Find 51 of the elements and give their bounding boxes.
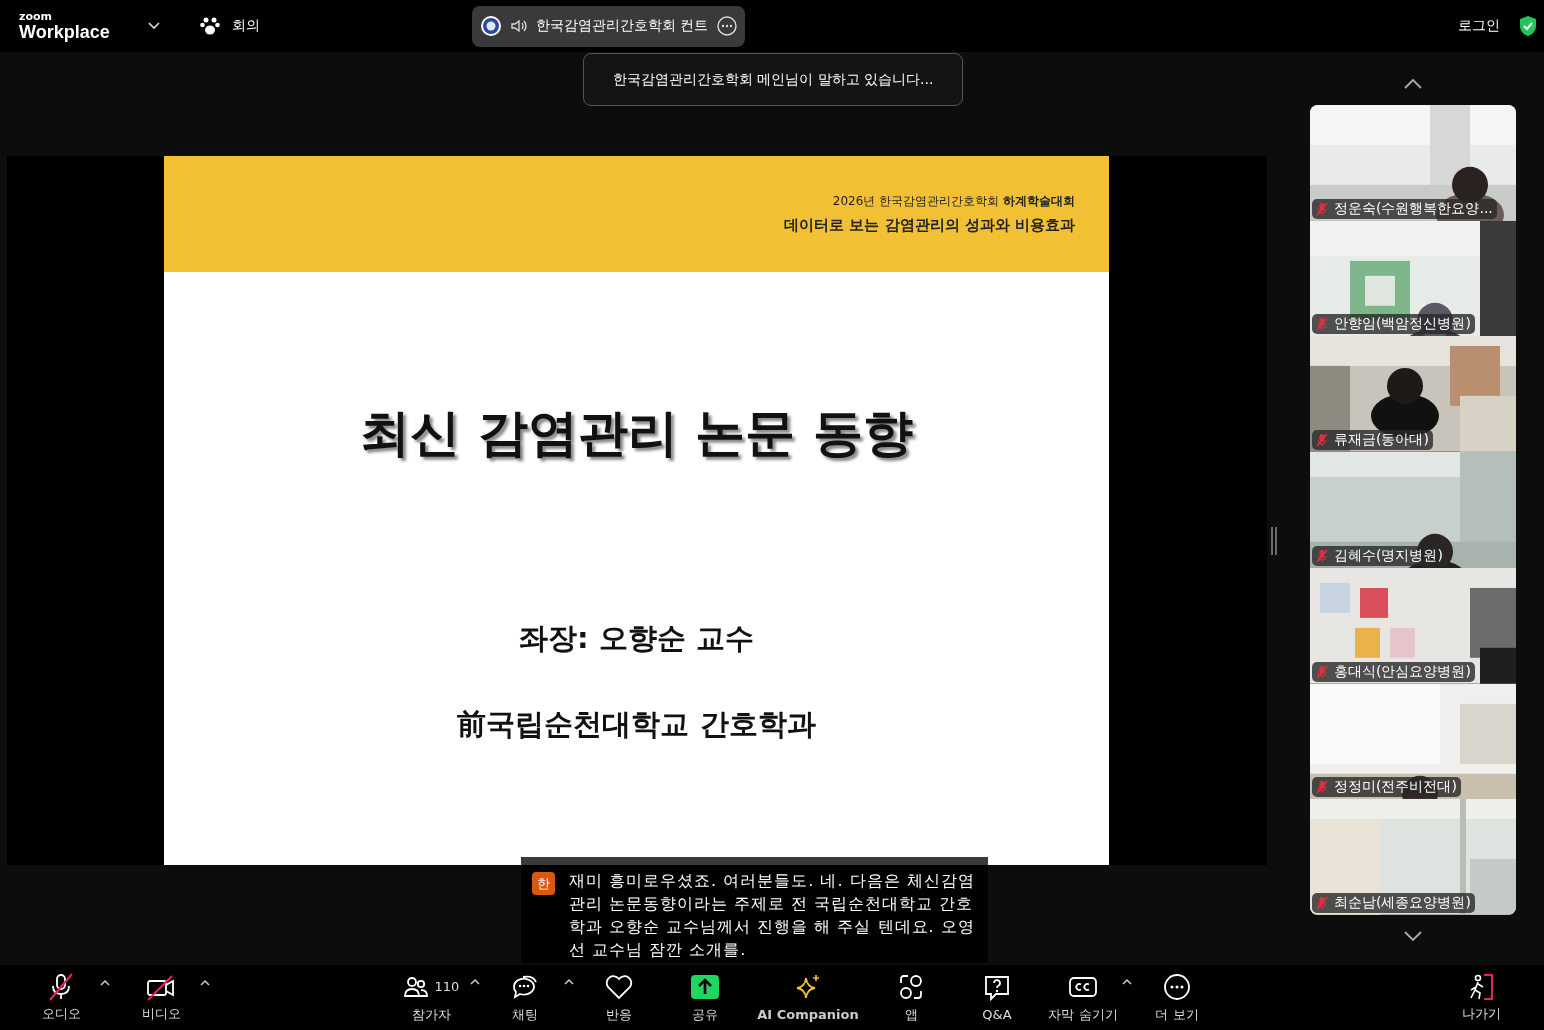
more-button[interactable]: 더 보기 bbox=[1134, 971, 1220, 1024]
apps-button[interactable]: 앱 bbox=[868, 971, 954, 1024]
participant-name: 최순남(세종요양병원) bbox=[1334, 894, 1471, 913]
more-icon[interactable] bbox=[717, 16, 738, 36]
caret-icon[interactable] bbox=[200, 978, 210, 986]
participant-name: 정운숙(수원행복한요양... bbox=[1334, 199, 1493, 218]
audio-button[interactable]: 오디오 bbox=[18, 972, 104, 1023]
affiliation-text: 前국립순천대학교 간호학과 bbox=[457, 706, 816, 743]
participant-name: 정정미(전주비전대) bbox=[1334, 778, 1457, 797]
login-link[interactable]: 로그인 bbox=[1458, 17, 1500, 35]
participants-button[interactable]: 110 참가자 bbox=[388, 971, 474, 1024]
speaking-notice: 한국감염관리간호학회 메인님이 말하고 있습니다... bbox=[583, 53, 963, 106]
slide-title: 최신 감염관리 논문 동향 bbox=[360, 403, 913, 464]
qa-button[interactable]: Q&A bbox=[954, 973, 1040, 1022]
slide-header-title: 데이터로 보는 감염관리의 성과와 비용효과 bbox=[784, 216, 1075, 235]
leave-button[interactable]: 나가기 bbox=[1438, 972, 1524, 1023]
more-icon bbox=[1163, 972, 1191, 1001]
heart-icon bbox=[605, 973, 633, 1000]
meeting-title: 한국감염관리간호학회 컨트 bbox=[535, 17, 709, 35]
participant-count: 110 bbox=[434, 979, 460, 994]
slide-subtitle: 2026년 한국감염관리간호학회 하계학술대회 bbox=[832, 193, 1075, 210]
video-button[interactable]: 비디오 bbox=[118, 972, 204, 1023]
participant-name: 안향임(백암정신병원) bbox=[1334, 315, 1471, 334]
ai-button[interactable]: AI Companion bbox=[748, 973, 868, 1022]
chevron-up-icon[interactable] bbox=[1404, 79, 1422, 89]
apps-icon bbox=[897, 972, 925, 1001]
caret-icon[interactable] bbox=[470, 977, 480, 985]
caret-icon[interactable] bbox=[1122, 977, 1132, 985]
chevron-down-icon[interactable] bbox=[1404, 931, 1422, 941]
participant-name: 홍대식(안심요양병원) bbox=[1334, 662, 1471, 681]
caption-text: 재미 흥미로우셨죠. 여러분들도. 네. 다음은 체신감염관리 논문동향이라는 주제로 전 국립순천대학교 간호학과 오향순 교수님께서 진행을 해 주실 텐데요. 오영선 교수님 잠깐 소개를. bbox=[569, 870, 976, 961]
participant-name: 김혜수(명지병원) bbox=[1334, 546, 1443, 565]
emblem-icon bbox=[479, 15, 502, 37]
caret-icon[interactable] bbox=[564, 977, 574, 985]
zoom-workplace-logo: zoom Workplace bbox=[19, 11, 110, 41]
chair-text: 좌장: 오향순 교수 bbox=[519, 620, 754, 657]
resize-handle[interactable] bbox=[1271, 527, 1277, 555]
paw-icon bbox=[199, 17, 220, 35]
share-button[interactable]: 공유 bbox=[662, 971, 748, 1024]
chat-button[interactable]: 채팅 bbox=[482, 971, 568, 1024]
meeting-pill[interactable]: 한국감염관리간호학회 컨트 bbox=[471, 5, 746, 47]
speaker-badge: 한 bbox=[532, 872, 555, 895]
caret-icon[interactable] bbox=[100, 978, 110, 986]
speaker-icon bbox=[510, 19, 527, 33]
meeting-menu[interactable]: 회의 bbox=[199, 17, 260, 35]
shield-check-icon bbox=[1518, 15, 1538, 37]
reactions-button[interactable]: 반응 bbox=[576, 971, 662, 1024]
closed-captions-icon bbox=[1068, 974, 1098, 999]
question-bubble-icon bbox=[983, 974, 1011, 1002]
captions-button[interactable]: 자막 숨기기 bbox=[1040, 971, 1126, 1024]
participant-name: 류재금(동아대) bbox=[1334, 431, 1429, 450]
